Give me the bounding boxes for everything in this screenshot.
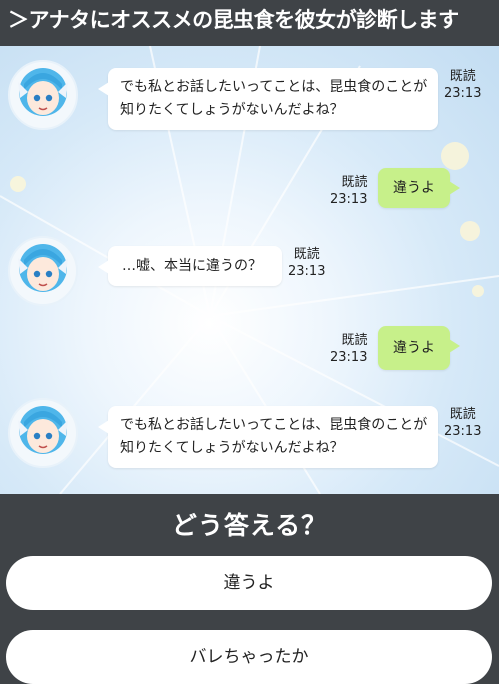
timestamp: 23:13 <box>444 424 482 439</box>
page-title: ＞アナタにオススメの昆虫食を彼女が診断します <box>0 0 499 46</box>
read-label: 既読 <box>341 175 368 190</box>
read-label: 既読 <box>293 247 320 262</box>
read-label: 既読 <box>449 69 476 84</box>
timestamp: 23:13 <box>444 86 482 101</box>
message-text: 違うよ <box>393 340 435 356</box>
avatar <box>8 236 78 306</box>
read-receipt: 既読 23:13 <box>288 246 325 280</box>
timestamp: 23:13 <box>330 192 368 207</box>
read-receipt: 既読 23:13 <box>330 174 367 208</box>
character-avatar-icon <box>18 244 68 292</box>
message-text: 違うよ <box>393 180 435 196</box>
message-text: でも私とお話したいってことは、昆虫食のことが知りたくてしょうがないんだよね？ <box>120 417 428 456</box>
reply-bubble: 違うよ <box>378 168 460 208</box>
read-label: 既読 <box>341 333 368 348</box>
timestamp: 23:13 <box>288 264 326 279</box>
answer-panel: どう答える？ 違うよ バレちゃったか <box>0 494 499 684</box>
timestamp: 23:13 <box>330 350 368 365</box>
avatar <box>8 60 78 130</box>
message-bubble: でも私とお話したいってことは、昆虫食のことが知りたくてしょうがないんだよね？ <box>98 406 438 468</box>
read-label: 既読 <box>449 407 476 422</box>
read-receipt: 既読 23:13 <box>330 332 367 366</box>
message-text: …嘘、本当に違うの？ <box>122 258 262 274</box>
read-receipt: 既読 23:13 <box>444 68 481 102</box>
message-bubble: …嘘、本当に違うの？ <box>98 246 282 286</box>
avatar <box>8 398 78 468</box>
answer-option-button[interactable]: 違うよ <box>6 556 492 610</box>
chat-area[interactable]: でも私とお話したいってことは、昆虫食のことが知りたくてしょうがないんだよね？ 既… <box>0 46 499 494</box>
message-text: でも私とお話したいってことは、昆虫食のことが知りたくてしょうがないんだよね？ <box>120 79 428 118</box>
reply-bubble: 違うよ <box>378 326 460 370</box>
read-receipt: 既読 23:13 <box>444 406 481 440</box>
question-heading: どう答える？ <box>171 511 328 540</box>
character-avatar-icon <box>18 406 68 454</box>
answer-option-button[interactable]: バレちゃったか <box>6 630 492 684</box>
character-avatar-icon <box>18 68 68 116</box>
message-bubble: でも私とお話したいってことは、昆虫食のことが知りたくてしょうがないんだよね？ <box>98 68 438 130</box>
